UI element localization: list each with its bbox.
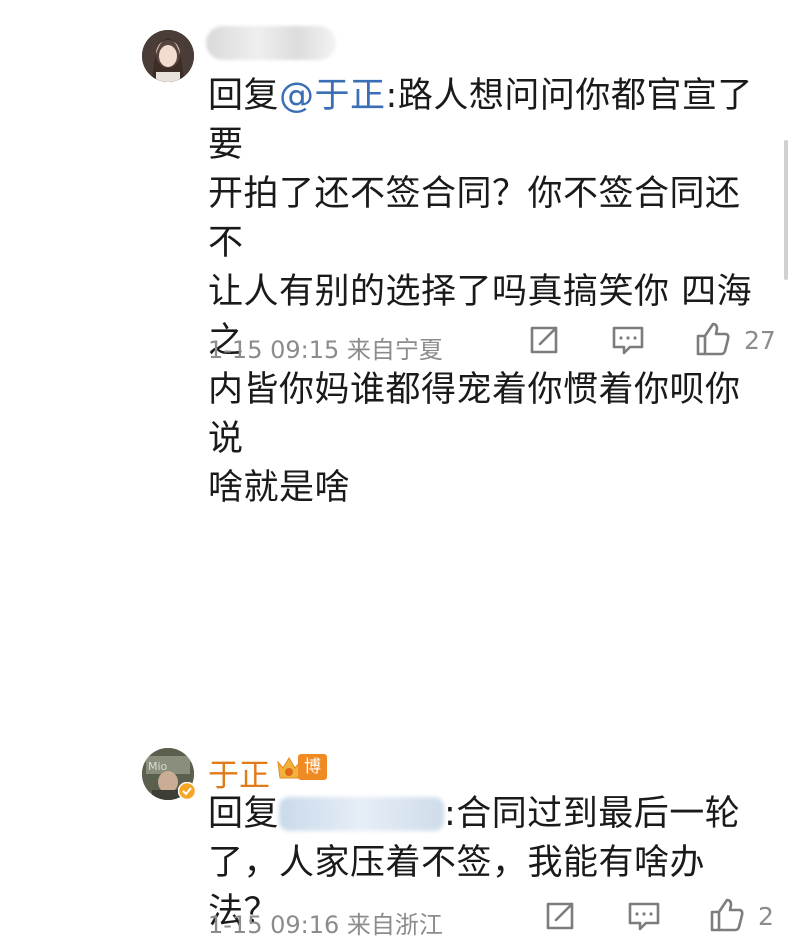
like-count: 2 [758,902,774,931]
avatar[interactable] [142,30,194,82]
blogger-badge: 博主 [298,754,327,803]
verified-icon [177,781,197,804]
blurred-username[interactable] [206,26,336,60]
comment-item: 回复@于正:路人想问问你都官宣了要 开拍了还不签合同？你不签合同还不 让人有别的… [0,0,800,508]
comment-item: Mio 于正 博主 回复:合同过到最后一轮 了，人家压着不签，我能有啥办法？ 1… [0,370,800,939]
comment-icon[interactable] [610,322,646,358]
like-icon[interactable] [694,320,732,358]
share-icon[interactable] [542,898,578,934]
comment-meta: 1-15 09:15 来自宁夏 [208,336,443,364]
blurred-mention[interactable] [279,797,445,831]
comment-icon[interactable] [626,898,662,934]
comment-meta: 1-15 09:16 来自浙江 [208,911,443,939]
like-icon[interactable] [708,896,746,934]
mention-link[interactable]: @于正 [279,76,386,116]
author-name[interactable]: 于正 [208,750,270,795]
svg-text:Mio: Mio [148,760,168,773]
like-count: 27 [744,326,776,355]
scrollbar[interactable] [784,140,788,280]
share-icon[interactable] [526,322,562,358]
